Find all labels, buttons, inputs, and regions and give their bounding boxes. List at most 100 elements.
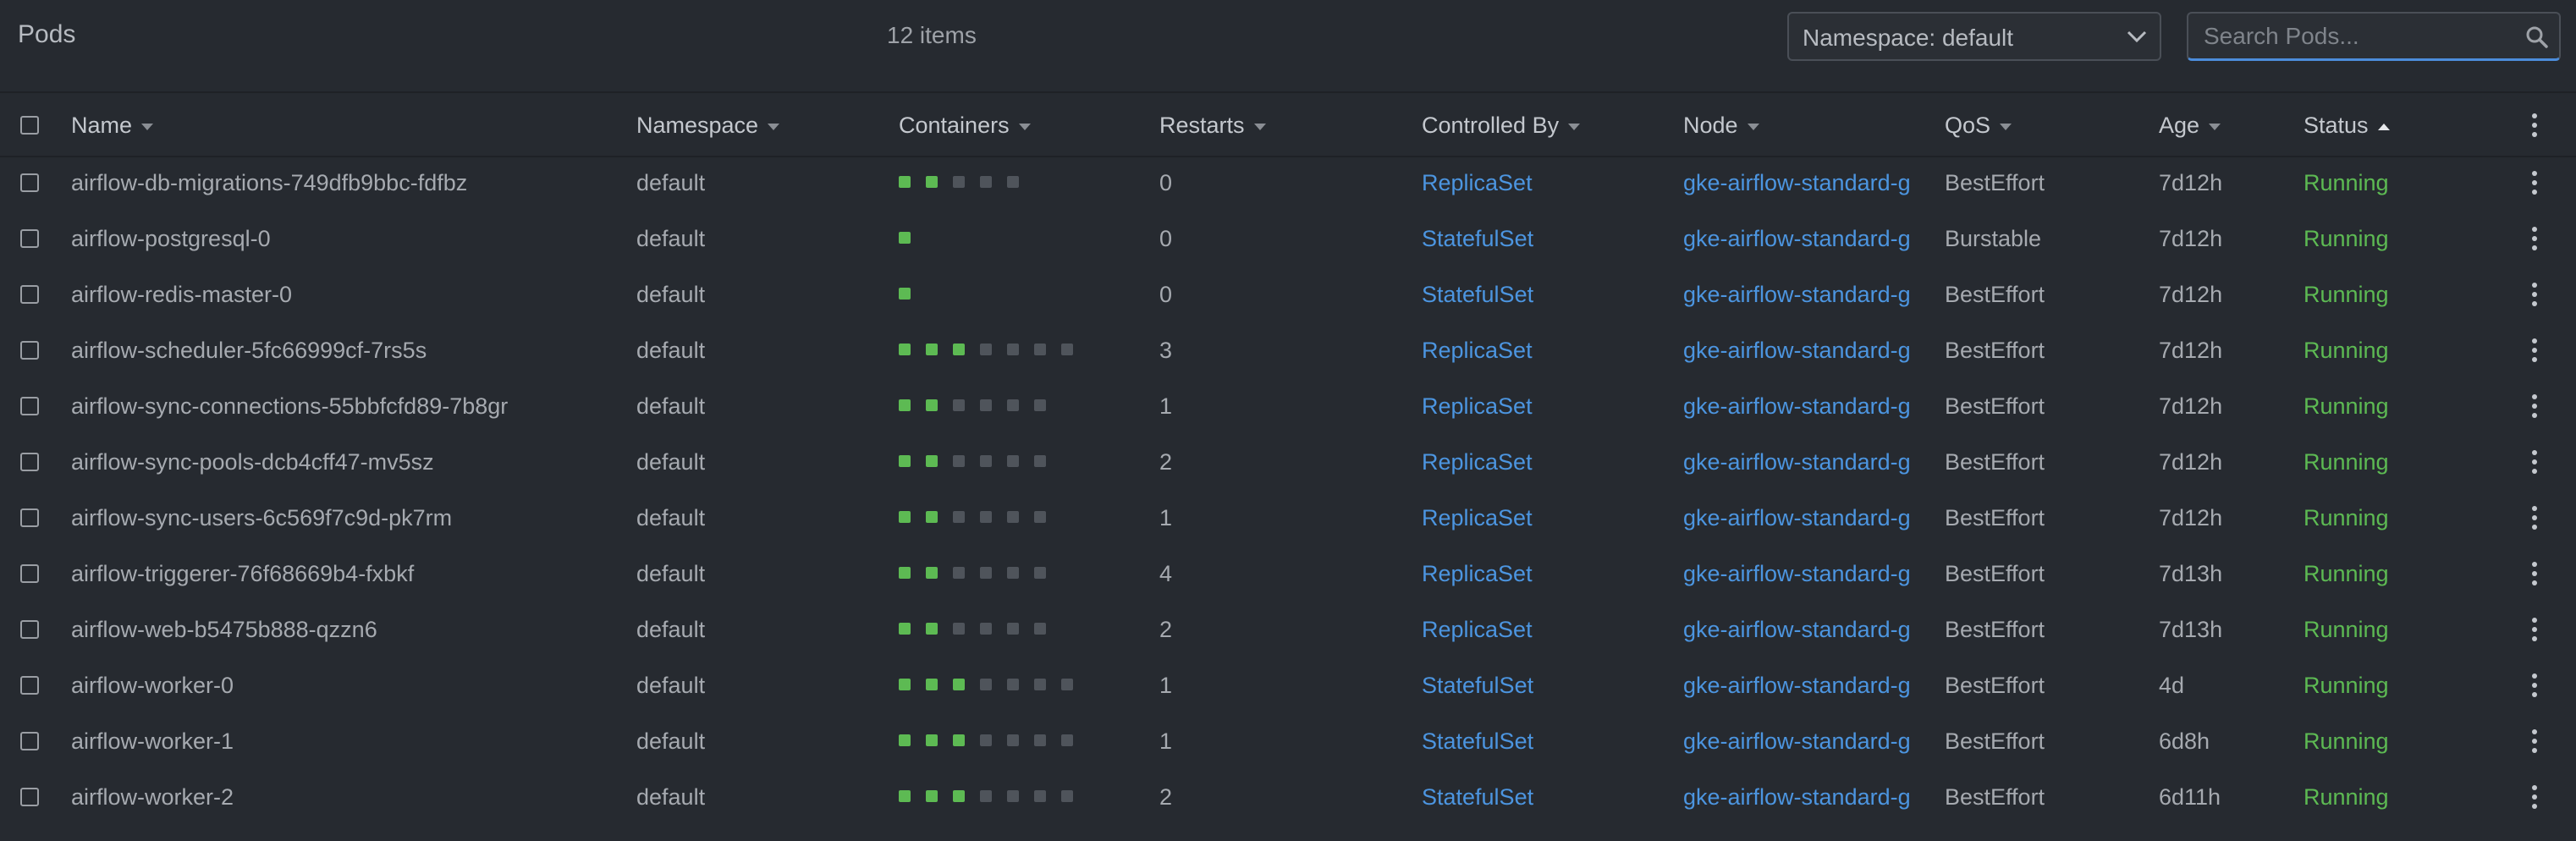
- pod-name[interactable]: airflow-worker-1: [71, 713, 545, 769]
- row-menu-icon[interactable]: [2522, 169, 2547, 196]
- row-menu-icon[interactable]: [2522, 504, 2547, 531]
- pod-controlled-by-link[interactable]: StatefulSet: [1422, 657, 1642, 713]
- pod-restarts: 4: [1159, 561, 1173, 586]
- row-menu-icon[interactable]: [2522, 616, 2547, 643]
- row-checkbox[interactable]: [20, 732, 39, 750]
- row-menu-icon[interactable]: [2522, 728, 2547, 755]
- pod-name[interactable]: airflow-sync-users-6c569f7c9d-pk7rm: [71, 490, 545, 546]
- pod-name[interactable]: airflow-sync-connections-55bbfcfd89-7b8g…: [71, 378, 545, 434]
- pod-controlled-by-link[interactable]: ReplicaSet: [1422, 546, 1642, 602]
- pod-controlled-by-link[interactable]: ReplicaSet: [1422, 602, 1642, 657]
- pod-controlled-by-link[interactable]: ReplicaSet: [1422, 155, 1642, 211]
- column-header-containers[interactable]: Containers: [899, 95, 1032, 156]
- table-row[interactable]: airflow-scheduler-5fc66999cf-7rs5s defaul…: [0, 322, 2576, 378]
- column-header-controlled-by[interactable]: Controlled By: [1422, 95, 1581, 156]
- pod-controlled-by-link[interactable]: ReplicaSet: [1422, 434, 1642, 490]
- select-all-checkbox[interactable]: [20, 116, 39, 135]
- namespace-select[interactable]: Namespace: default: [1787, 12, 2161, 61]
- pod-name[interactable]: airflow-web-b5475b888-qzzn6: [71, 602, 545, 657]
- table-row[interactable]: airflow-web-b5475b888-qzzn6 default 2 Repli…: [0, 602, 2576, 657]
- row-checkbox[interactable]: [20, 453, 39, 471]
- column-header-namespace[interactable]: Namespace: [636, 95, 780, 156]
- column-header-restarts[interactable]: Restarts: [1159, 95, 1267, 156]
- container-not-ready-indicator: [1061, 734, 1073, 746]
- row-menu-icon[interactable]: [2522, 281, 2547, 308]
- pod-node-link[interactable]: gke-airflow-standard-g: [1683, 211, 1918, 267]
- pod-controlled-by-link[interactable]: ReplicaSet: [1422, 490, 1642, 546]
- search-icon[interactable]: [2525, 25, 2549, 49]
- pod-node-link[interactable]: gke-airflow-standard-g: [1683, 657, 1918, 713]
- row-menu-icon[interactable]: [2522, 560, 2547, 587]
- row-checkbox[interactable]: [20, 173, 39, 192]
- pod-node-link[interactable]: gke-airflow-standard-g: [1683, 267, 1918, 322]
- row-menu-icon[interactable]: [2522, 393, 2547, 420]
- table-row[interactable]: airflow-worker-0 default 1 StatefulSet gke-a…: [0, 657, 2576, 713]
- search-box[interactable]: [2187, 12, 2561, 61]
- pod-node-link[interactable]: gke-airflow-standard-g: [1683, 490, 1918, 546]
- row-menu-icon[interactable]: [2522, 448, 2547, 475]
- pod-controlled-by-link[interactable]: StatefulSet: [1422, 769, 1642, 825]
- container-ready-indicator: [926, 790, 938, 802]
- table-row[interactable]: airflow-db-migrations-749dfb9bbc-fdfbz de…: [0, 155, 2576, 211]
- column-header-qos[interactable]: QoS: [1945, 95, 2012, 156]
- row-checkbox[interactable]: [20, 397, 39, 415]
- row-menu-icon[interactable]: [2522, 337, 2547, 364]
- row-menu-icon[interactable]: [2522, 783, 2547, 811]
- pod-controlled-by-link[interactable]: ReplicaSet: [1422, 378, 1642, 434]
- table-row[interactable]: airflow-sync-users-6c569f7c9d-pk7rm defau…: [0, 490, 2576, 546]
- column-menu-icon[interactable]: [2522, 112, 2547, 139]
- row-checkbox[interactable]: [20, 788, 39, 806]
- sort-down-icon: [1253, 123, 1266, 130]
- table-row[interactable]: airflow-sync-pools-dcb4cff47-mv5sz defaul…: [0, 434, 2576, 490]
- container-not-ready-indicator: [1034, 679, 1046, 690]
- column-header-age[interactable]: Age: [2159, 95, 2221, 156]
- pod-node-link[interactable]: gke-airflow-standard-g: [1683, 769, 1918, 825]
- column-header-status[interactable]: Status: [2304, 95, 2391, 156]
- row-checkbox[interactable]: [20, 508, 39, 527]
- search-input[interactable]: [2188, 14, 2517, 58]
- pod-name[interactable]: airflow-worker-0: [71, 657, 545, 713]
- pod-name[interactable]: airflow-redis-master-0: [71, 267, 545, 322]
- pod-name[interactable]: airflow-scheduler-5fc66999cf-7rs5s: [71, 322, 545, 378]
- table-row[interactable]: airflow-triggerer-76f68669b4-fxbkf defaul…: [0, 546, 2576, 602]
- pod-namespace: default: [636, 226, 706, 251]
- pod-node-link[interactable]: gke-airflow-standard-g: [1683, 546, 1918, 602]
- container-not-ready-indicator: [980, 455, 992, 467]
- table-row[interactable]: airflow-sync-connections-55bbfcfd89-7b8g…: [0, 378, 2576, 434]
- pod-node-link[interactable]: gke-airflow-standard-g: [1683, 322, 1918, 378]
- row-checkbox[interactable]: [20, 341, 39, 360]
- table-row[interactable]: airflow-worker-1 default 1 StatefulSet gke-a…: [0, 713, 2576, 769]
- pod-name[interactable]: airflow-triggerer-76f68669b4-fxbkf: [71, 546, 545, 602]
- pod-node-link[interactable]: gke-airflow-standard-g: [1683, 155, 1918, 211]
- row-checkbox[interactable]: [20, 620, 39, 639]
- table-row[interactable]: airflow-postgresql-0 default 0 StatefulSet g…: [0, 211, 2576, 267]
- row-menu-icon[interactable]: [2522, 672, 2547, 699]
- row-checkbox[interactable]: [20, 229, 39, 248]
- column-header-label: QoS: [1945, 113, 1991, 138]
- column-header-node[interactable]: Node: [1683, 95, 1760, 156]
- pod-node-link[interactable]: gke-airflow-standard-g: [1683, 713, 1918, 769]
- container-not-ready-indicator: [1034, 344, 1046, 355]
- table-row[interactable]: airflow-redis-master-0 default 0 StatefulSe…: [0, 267, 2576, 322]
- pod-node-link[interactable]: gke-airflow-standard-g: [1683, 378, 1918, 434]
- pod-name[interactable]: airflow-sync-pools-dcb4cff47-mv5sz: [71, 434, 545, 490]
- pod-name[interactable]: airflow-db-migrations-749dfb9bbc-fdfbz: [71, 155, 545, 211]
- pod-controlled-by-link[interactable]: StatefulSet: [1422, 211, 1642, 267]
- pod-controlled-by-link[interactable]: StatefulSet: [1422, 713, 1642, 769]
- row-checkbox[interactable]: [20, 285, 39, 304]
- column-header-name[interactable]: Name: [71, 95, 154, 156]
- container-not-ready-indicator: [1034, 455, 1046, 467]
- row-menu-icon[interactable]: [2522, 225, 2547, 252]
- pod-qos: BestEffort: [1945, 505, 2045, 530]
- pod-status: Running: [2304, 784, 2389, 810]
- row-checkbox[interactable]: [20, 564, 39, 583]
- pod-name[interactable]: airflow-postgresql-0: [71, 211, 545, 267]
- pod-controlled-by-link[interactable]: ReplicaSet: [1422, 322, 1642, 378]
- pod-containers: [899, 267, 1136, 322]
- pod-name[interactable]: airflow-worker-2: [71, 769, 545, 825]
- pod-node-link[interactable]: gke-airflow-standard-g: [1683, 434, 1918, 490]
- row-checkbox[interactable]: [20, 676, 39, 695]
- pod-node-link[interactable]: gke-airflow-standard-g: [1683, 602, 1918, 657]
- table-row[interactable]: airflow-worker-2 default 2 StatefulSet gke-a…: [0, 769, 2576, 825]
- pod-controlled-by-link[interactable]: StatefulSet: [1422, 267, 1642, 322]
